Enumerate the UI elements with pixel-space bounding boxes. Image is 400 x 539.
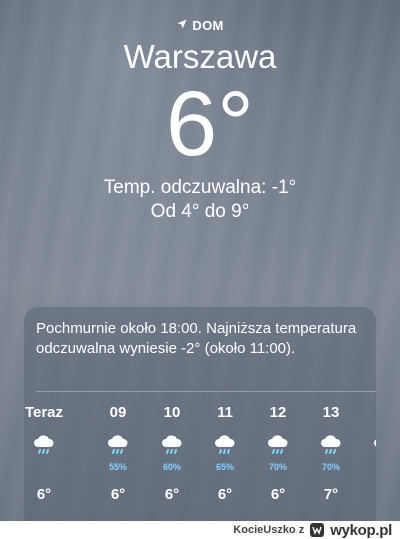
watermark-site: wykop.pl [330,521,392,539]
precip-chance: 70% [321,462,340,472]
precip-chance: 55% [108,462,127,472]
hour-label: Teraz [24,404,64,421]
wykop-logo-icon [310,523,325,537]
hour-item-14-partial[interactable]: 1 6 6 [362,403,376,513]
precip-chance: 65% [215,462,234,472]
hour-temperature: 6° [217,486,233,503]
location-label: DOM [192,18,224,33]
precip-chance: 60% [162,462,181,472]
precip-chance: 6 [362,461,376,473]
hour-label: 09 [109,404,127,421]
precip-chance [24,461,66,473]
temperature-range: Od 4° do 9° [150,201,250,222]
hour-item-11[interactable]: 11 65% 6° [203,403,247,513]
hour-temperature: 6° [270,486,286,503]
weather-screen: DOM Warszawa 6° Temp. odczuwalna: -1° Od… [0,0,400,521]
hour-item-13[interactable]: 13 70% 7° [309,403,353,513]
hour-item-09[interactable]: 09 55% 6° [96,403,140,513]
hour-label: 13 [322,404,340,421]
hour-label: 1 [362,403,376,423]
hour-temperature: 6° [164,486,180,503]
hour-temperature: 6 [362,486,376,503]
cloud-rain-icon [309,433,353,461]
cloud-rain-icon [24,433,66,461]
hour-label: 10 [163,404,181,421]
location-indicator: DOM [0,18,400,33]
hour-temperature: 7° [323,486,339,503]
hour-temperature: 6° [110,486,126,503]
precip-chance: 70% [268,462,287,472]
wykop-watermark-bar: KocieUszko z wykop.pl [0,521,400,539]
hourly-forecast-card[interactable]: Pochmurnie około 18:00. Najniższa temper… [24,307,376,521]
cloud-rain-icon [362,433,376,461]
card-divider [36,391,376,392]
cloud-rain-icon [150,433,194,461]
cloud-rain-icon [96,433,140,461]
hourly-forecast-strip[interactable]: Teraz 6° 09 55% 6° 10 60% 6° 11 65% 6° 1… [24,403,376,513]
forecast-summary: Pochmurnie około 18:00. Najniższa temper… [36,320,357,357]
hour-item-10[interactable]: 10 60% 6° [150,403,194,513]
hour-label: 12 [269,404,287,421]
hour-item-12[interactable]: 12 70% 6° [256,403,300,513]
cloud-rain-icon [256,433,300,461]
location-arrow-icon [176,18,188,33]
cloud-rain-icon [203,433,247,461]
feels-like-temperature: Temp. odczuwalna: -1° [103,177,297,198]
hour-label: 11 [217,404,233,421]
current-temperature: 6° [166,73,254,175]
hour-temperature: 6° [36,486,52,503]
watermark-username: KocieUszko z [233,524,305,536]
hour-item-now[interactable]: Teraz 6° [24,403,66,513]
city-name: Warszawa [123,38,277,75]
